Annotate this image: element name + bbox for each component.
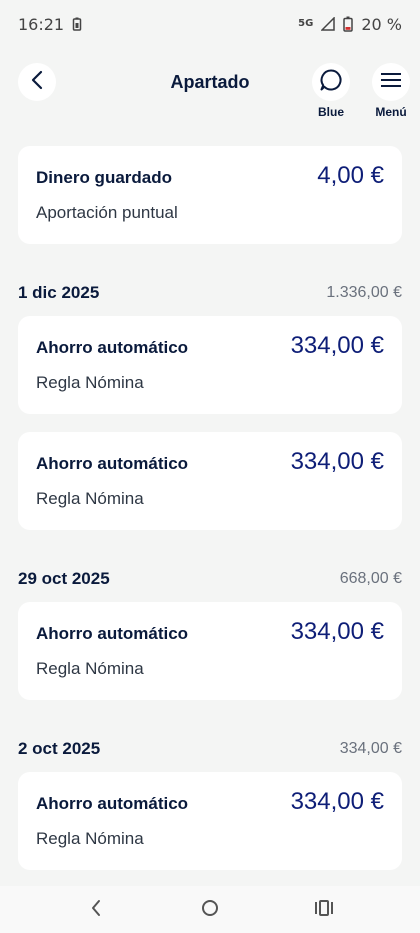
nav-back-icon [89,898,103,923]
nav-recents-button[interactable] [312,898,336,922]
transaction-card[interactable]: Ahorro automático Regla Nómina 334,00 € [18,772,402,870]
group-date: 29 oct 2025 [18,569,110,588]
transaction-subtitle: Regla Nómina [36,373,144,392]
blue-assistant-button[interactable]: Blue [301,63,361,119]
transaction-subtitle: Regla Nómina [36,489,144,508]
transaction-title: Ahorro automático [36,454,189,473]
nav-recents-icon [314,899,334,922]
transaction-amount: 334,00 € [290,618,384,645]
system-navigation-bar [0,886,420,933]
status-bar: 16:21 5G 20 % [0,0,420,48]
transaction-amount: 334,00 € [290,332,384,359]
summary-title: Dinero guardado [36,168,173,187]
transaction-card[interactable]: Ahorro automático Regla Nómina 334,00 € [18,316,402,414]
transaction-amount: 334,00 € [290,448,384,475]
group-total: 334,00 € [339,740,402,757]
transaction-amount: 334,00 € [290,788,384,815]
menu-label: Menú [375,105,407,119]
chat-bubble-icon [319,68,343,97]
signal-icon [321,17,336,31]
blue-assistant-circle[interactable] [312,63,350,101]
transaction-card[interactable]: Ahorro automático Regla Nómina 334,00 € [18,432,402,530]
transaction-subtitle: Regla Nómina [36,659,144,678]
transaction-card[interactable]: Ahorro automático Regla Nómina 334,00 € [18,602,402,700]
group-date: 1 dic 2025 [18,283,100,302]
transaction-title: Ahorro automático [36,624,189,643]
transaction-title: Ahorro automático [36,794,189,813]
summary-card[interactable]: Dinero guardado Aportación puntual 4,00 … [18,146,402,244]
menu-circle[interactable] [372,63,410,101]
summary-subtitle: Aportación puntual [36,203,178,222]
group-total: 668,00 € [339,570,402,587]
menu-button[interactable]: Menú [361,63,420,119]
battery-icon [343,16,354,32]
network-type: 5G [298,18,314,29]
group-header: 2 oct 2025 334,00 € [18,737,402,761]
battery-level: 20 % [361,14,402,34]
blue-label: Blue [317,105,344,119]
hamburger-menu-icon [380,72,402,93]
battery-saver-icon [72,17,82,31]
group-header: 1 dic 2025 1.336,00 € [18,281,402,305]
nav-home-icon [200,898,220,923]
status-time: 16:21 [18,14,65,34]
nav-back-button[interactable] [84,898,108,922]
group-total: 1.336,00 € [326,284,402,301]
nav-home-button[interactable] [198,898,222,922]
transaction-subtitle: Regla Nómina [36,829,144,848]
group-header: 29 oct 2025 668,00 € [18,567,402,591]
group-date: 2 oct 2025 [18,739,101,758]
summary-amount: 4,00 € [317,162,384,189]
transaction-title: Ahorro automático [36,338,189,357]
top-bar: Apartado Blue Menú [0,62,420,122]
